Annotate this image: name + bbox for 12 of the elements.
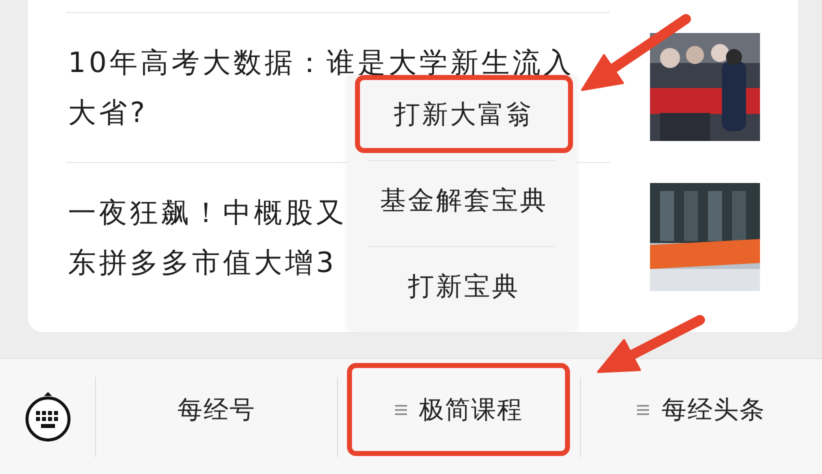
menu-icon [394, 404, 407, 416]
menu-item[interactable]: 打新宝典 [355, 247, 573, 325]
tab[interactable]: 每经头条 [590, 363, 813, 456]
article-title[interactable]: 大省? [66, 88, 148, 138]
keyboard-icon[interactable] [22, 392, 72, 442]
menu-item[interactable]: 打新大富翁 [355, 75, 573, 153]
tab[interactable]: 每经号 [105, 363, 328, 456]
tab[interactable]: 极简课程 [347, 363, 570, 456]
article-title[interactable]: 东拼多多市值大增3 [66, 238, 337, 288]
article-title[interactable]: 一夜狂飙！中概股又 [66, 188, 347, 238]
menu-item[interactable]: 基金解套宝典 [355, 161, 573, 239]
menu-icon [637, 404, 650, 416]
